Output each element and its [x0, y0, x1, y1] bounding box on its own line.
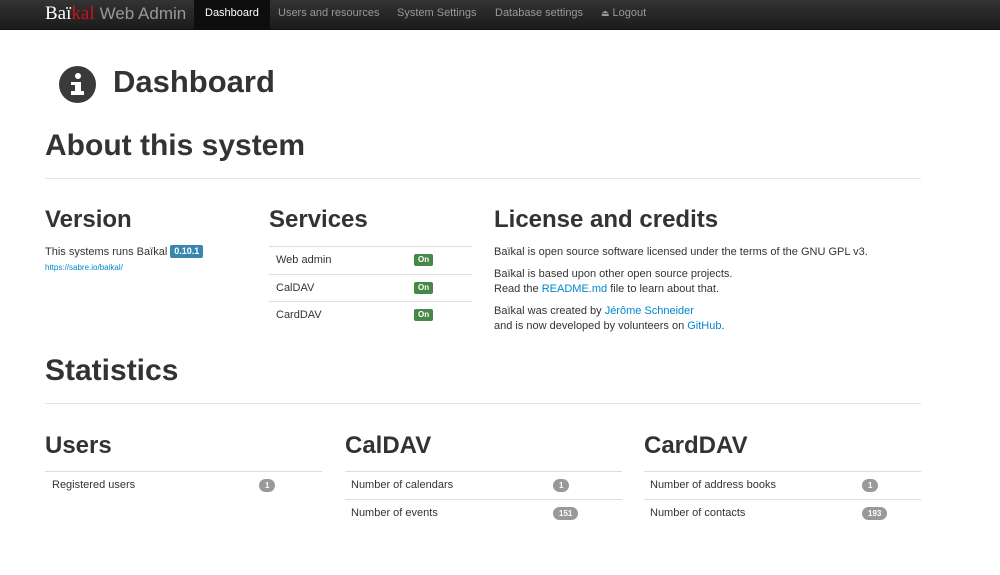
nav-logout[interactable]: ⏏ Logout — [590, 0, 657, 30]
stat-count-badge: 1 — [259, 479, 276, 492]
license-paragraph-2-line-2: Read the README.md file to learn about t… — [494, 282, 719, 297]
version-description: This systems runs Baïkal — [45, 246, 168, 258]
version-heading: Version — [45, 206, 132, 233]
table-row: Registered users 1 — [45, 471, 322, 499]
top-navbar: Baïkal Web Admin Dashboard Users and reso… — [0, 0, 1000, 30]
info-icon — [59, 66, 96, 103]
stat-label: Number of address books — [650, 479, 776, 491]
stat-count-badge: 193 — [862, 507, 888, 520]
divider — [45, 403, 921, 404]
version-badge: 0.10.1 — [170, 245, 204, 258]
carddav-stats-heading: CardDAV — [644, 432, 748, 459]
status-badge: On — [414, 254, 434, 266]
about-heading: About this system — [45, 129, 306, 162]
brand-part-1: Baï — [45, 3, 72, 24]
nav-label: Users and resources — [278, 7, 380, 19]
stat-count-badge: 151 — [553, 507, 579, 520]
period: . — [721, 320, 725, 332]
readme-link[interactable]: README.md — [542, 283, 607, 295]
caldav-stats-heading: CalDAV — [345, 432, 432, 459]
nav-database-settings[interactable]: Database settings — [484, 0, 594, 30]
page-title: Dashboard — [113, 64, 275, 99]
github-link[interactable]: GitHub — [687, 320, 721, 332]
table-row: CalDAV On — [269, 274, 472, 302]
version-text: This systems runs Baïkal 0.10.1 — [45, 245, 204, 260]
table-row: Number of calendars 1 — [345, 471, 622, 499]
stat-label: Number of events — [351, 507, 438, 519]
author-link[interactable]: Jérôme Schneider — [605, 305, 694, 317]
statistics-heading: Statistics — [45, 354, 179, 387]
table-row: Number of address books 1 — [644, 471, 921, 499]
service-name: CalDAV — [276, 282, 315, 294]
license-paragraph-3-line-1: Baïkal was created by Jérôme Schneider — [494, 304, 694, 319]
version-url-link[interactable]: https://sabre.io/baikal/ — [45, 263, 123, 272]
license-developed-text: and is now developed by volunteers on — [494, 320, 685, 332]
nav-users-and-resources[interactable]: Users and resources — [267, 0, 391, 30]
table-row: Number of events 151 — [345, 499, 622, 527]
nav-label: Database settings — [495, 7, 584, 19]
users-stats-heading: Users — [45, 432, 112, 459]
license-read-text: Read the — [494, 283, 539, 295]
table-row: CardDAV On — [269, 301, 472, 329]
brand-logo[interactable]: Baïkal Web Admin — [45, 3, 186, 27]
brand-part-2: kal — [71, 3, 95, 24]
license-heading: License and credits — [494, 206, 719, 233]
stat-count-badge: 1 — [862, 479, 879, 492]
service-name: CardDAV — [276, 309, 322, 321]
brand-part-3: Web Admin — [99, 4, 187, 23]
stat-count-badge: 1 — [553, 479, 570, 492]
license-paragraph-2-line-1: Baïkal is based upon other open source p… — [494, 268, 733, 280]
nav-label: Logout — [612, 7, 647, 19]
nav-label: Dashboard — [205, 7, 259, 19]
status-badge: On — [414, 309, 434, 321]
table-row: Web admin On — [269, 246, 472, 274]
stat-label: Registered users — [52, 479, 136, 491]
license-paragraph-1: Baïkal is open source software licensed … — [494, 246, 868, 258]
license-paragraph-3-line-2: and is now developed by volunteers on Gi… — [494, 319, 725, 334]
services-heading: Services — [269, 206, 368, 233]
eject-icon: ⏏ — [601, 8, 610, 18]
divider — [45, 178, 921, 179]
license-created-text: Baïkal was created by — [494, 305, 602, 317]
nav-dashboard[interactable]: Dashboard — [194, 0, 270, 30]
nav-system-settings[interactable]: System Settings — [386, 0, 487, 30]
nav-label: System Settings — [397, 7, 477, 19]
table-row: Number of contacts 193 — [644, 499, 921, 527]
stat-label: Number of contacts — [650, 507, 746, 519]
status-badge: On — [414, 282, 434, 294]
stat-label: Number of calendars — [351, 479, 454, 491]
license-file-text: file to learn about that. — [610, 283, 720, 295]
service-name: Web admin — [276, 254, 332, 266]
